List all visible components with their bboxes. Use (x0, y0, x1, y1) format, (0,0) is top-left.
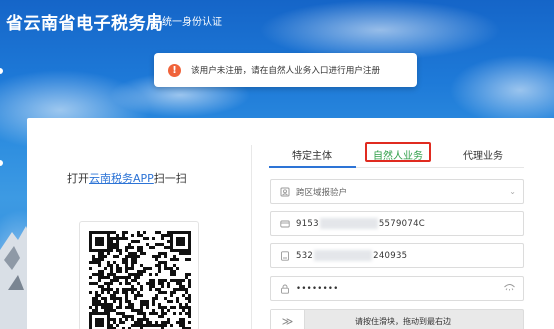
app-name-link[interactable]: 云南税务APP (89, 172, 154, 185)
id-number-field[interactable]: 532 240935 (270, 243, 524, 268)
warning-icon: ! (168, 63, 181, 77)
site-header: 省云南省电子税务局 统一身份认证 (0, 0, 554, 40)
background-dot (0, 160, 3, 166)
region-select[interactable]: 跨区域报验户 ⌄ (270, 179, 524, 204)
background-dot (0, 68, 3, 74)
tax-id-suffix: 5579074C (378, 218, 426, 229)
toast-message: 该用户未注册，请在自然人业务入口进行用户注册 (191, 66, 381, 76)
slider-instruction: 请按住滑块，拖动到最右边 (355, 317, 451, 326)
redacted-block (319, 218, 378, 229)
qr-instruction: 打开云南税务APP扫一扫 (67, 170, 187, 186)
qr-prefix: 打开 (67, 172, 89, 185)
tax-id-prefix: 9153 (296, 218, 319, 229)
tab-highlight-box (365, 142, 431, 162)
site-subtitle: 统一身份认证 (162, 17, 222, 28)
panel-divider (251, 145, 252, 329)
id-number-suffix: 240935 (373, 250, 408, 261)
error-toast: ! 该用户未注册，请在自然人业务入口进行用户注册 (154, 53, 417, 87)
qr-code-box (79, 221, 199, 329)
title-separator (153, 13, 155, 27)
user-icon (280, 187, 290, 197)
card-icon (280, 219, 290, 229)
id-number-prefix: 532 (296, 250, 314, 261)
site-title: 省云南省电子税务局 (6, 14, 164, 34)
double-chevron-right-icon[interactable]: ≫ (271, 310, 305, 329)
id-card-icon (280, 250, 290, 261)
tax-id-field[interactable]: 9153 5579074C (270, 211, 524, 236)
password-field[interactable]: •••••••• (270, 276, 524, 301)
eye-icon[interactable] (504, 283, 515, 294)
region-select-value: 跨区域报验户 (296, 187, 348, 198)
password-mask: •••••••• (296, 283, 339, 294)
chevron-down-icon: ⌄ (509, 187, 516, 196)
qr-code-image (89, 231, 191, 329)
qr-suffix: 扫一扫 (153, 172, 187, 185)
lock-icon (280, 284, 290, 294)
active-tab-indicator (269, 166, 356, 168)
captcha-slider[interactable]: ≫ 请按住滑块，拖动到最右边 (270, 309, 524, 329)
tab-specific-entity[interactable]: 特定主体 (292, 147, 332, 162)
redacted-block (314, 250, 373, 261)
tab-agent-business[interactable]: 代理业务 (463, 147, 503, 162)
